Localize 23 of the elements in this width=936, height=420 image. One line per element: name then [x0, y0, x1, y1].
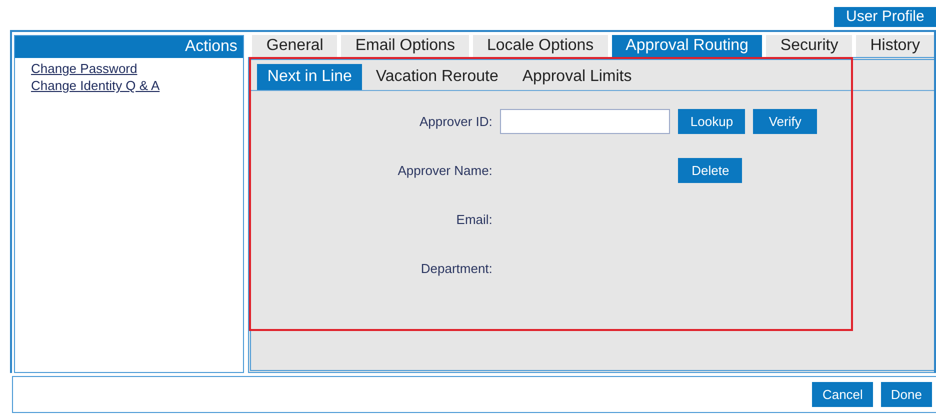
tab[interactable]: Email Options [341, 35, 469, 57]
tab[interactable]: Approval Routing [612, 35, 762, 57]
field-label: Approver Name: [396, 163, 492, 178]
field-label: Email: [455, 212, 492, 227]
action-button[interactable]: Verify [753, 109, 818, 134]
subtab[interactable]: Next in Line [257, 64, 362, 90]
actions-header: Actions [15, 36, 244, 58]
page-title: User Profile [834, 7, 936, 27]
tab[interactable]: Locale Options [472, 35, 608, 57]
field-label: Department: [420, 261, 492, 276]
action-button[interactable]: Delete [678, 158, 742, 183]
action-link[interactable]: Change Password [31, 60, 138, 77]
footer-button[interactable]: Cancel [812, 382, 873, 407]
action-button[interactable]: Lookup [678, 109, 746, 134]
input-field[interactable] [500, 109, 670, 134]
tab[interactable]: Security [766, 35, 852, 57]
subtab[interactable]: Vacation Reroute [366, 64, 508, 90]
action-link[interactable]: Change Identity Q & A [31, 77, 160, 94]
subtab[interactable]: Approval Limits [512, 64, 642, 90]
field-label: Approver ID: [418, 114, 492, 129]
footer-button[interactable]: Done [880, 382, 932, 407]
tab[interactable]: General [252, 35, 338, 57]
tab[interactable]: History [856, 35, 934, 57]
